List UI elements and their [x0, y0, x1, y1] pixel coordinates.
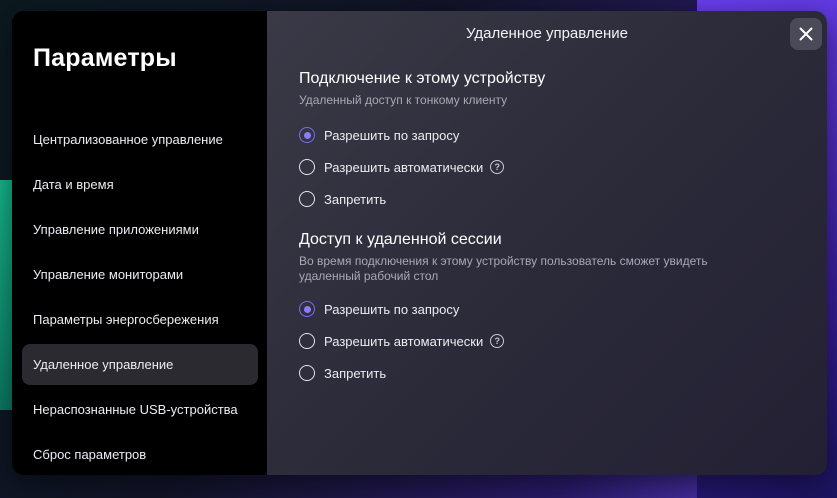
- close-icon: [799, 27, 813, 41]
- sidebar-item-power-saving[interactable]: Параметры энергосбережения: [22, 299, 258, 340]
- sidebar-title: Параметры: [33, 44, 177, 72]
- sidebar: Параметры Централизованное управление Да…: [12, 11, 267, 475]
- radio-label: Запретить: [324, 191, 387, 207]
- sidebar-item-unrecognized-usb[interactable]: Нераспознанные USB-устройства: [22, 389, 258, 430]
- help-icon[interactable]: ?: [490, 334, 505, 348]
- radio-group-device-connection: Разрешить по запросу Разрешить автоматич…: [299, 119, 759, 215]
- sidebar-item-monitor-management[interactable]: Управление мониторами: [22, 254, 258, 295]
- section-subtitle: Во время подключения к этому устройству …: [299, 254, 708, 283]
- radio-button[interactable]: [299, 191, 315, 207]
- section-remote-session-access: Доступ к удаленной сессии Во время подкл…: [299, 231, 759, 389]
- radio-label: Запретить: [324, 365, 387, 381]
- sidebar-item-app-management[interactable]: Управление приложениями: [22, 209, 258, 250]
- radio-option-deny[interactable]: Запретить: [299, 183, 759, 215]
- page-title: Удаленное управление: [466, 25, 628, 42]
- sidebar-nav: Централизованное управление Дата и время…: [22, 119, 258, 475]
- section-device-connection: Подключение к этому устройству Удаленный…: [299, 70, 759, 215]
- sidebar-item-reset-settings[interactable]: Сброс параметров: [22, 434, 258, 475]
- sidebar-item-remote-management[interactable]: Удаленное управление: [22, 344, 258, 385]
- sidebar-item-date-time[interactable]: Дата и время: [22, 164, 258, 205]
- radio-option-allow-on-request[interactable]: Разрешить по запросу: [299, 293, 759, 325]
- radio-option-allow-automatically[interactable]: Разрешить автоматически ?: [299, 151, 759, 183]
- radio-label: Разрешить автоматически: [324, 333, 484, 349]
- close-button[interactable]: [790, 18, 822, 50]
- section-title: Доступ к удаленной сессии: [299, 231, 502, 248]
- radio-group-remote-session: Разрешить по запросу Разрешить автоматич…: [299, 293, 759, 389]
- radio-option-allow-on-request[interactable]: Разрешить по запросу: [299, 119, 759, 151]
- radio-button-checked[interactable]: [299, 301, 315, 317]
- section-title: Подключение к этому устройству: [299, 70, 546, 87]
- help-icon[interactable]: ?: [490, 160, 505, 174]
- radio-button[interactable]: [299, 365, 315, 381]
- radio-option-deny[interactable]: Запретить: [299, 357, 759, 389]
- radio-label: Разрешить по запросу: [324, 127, 460, 143]
- content-panel: Удаленное управление Подключение к этому…: [267, 11, 827, 475]
- radio-option-allow-automatically[interactable]: Разрешить автоматически ?: [299, 325, 759, 357]
- radio-button-checked[interactable]: [299, 127, 315, 143]
- radio-label: Разрешить автоматически: [324, 159, 484, 175]
- section-subtitle: Удаленный доступ к тонкому клиенту: [299, 93, 508, 107]
- radio-button[interactable]: [299, 333, 315, 349]
- radio-button[interactable]: [299, 159, 315, 175]
- radio-label: Разрешить по запросу: [324, 301, 460, 317]
- sidebar-item-centralized-management[interactable]: Централизованное управление: [22, 119, 258, 160]
- settings-window: Параметры Централизованное управление Да…: [12, 11, 827, 475]
